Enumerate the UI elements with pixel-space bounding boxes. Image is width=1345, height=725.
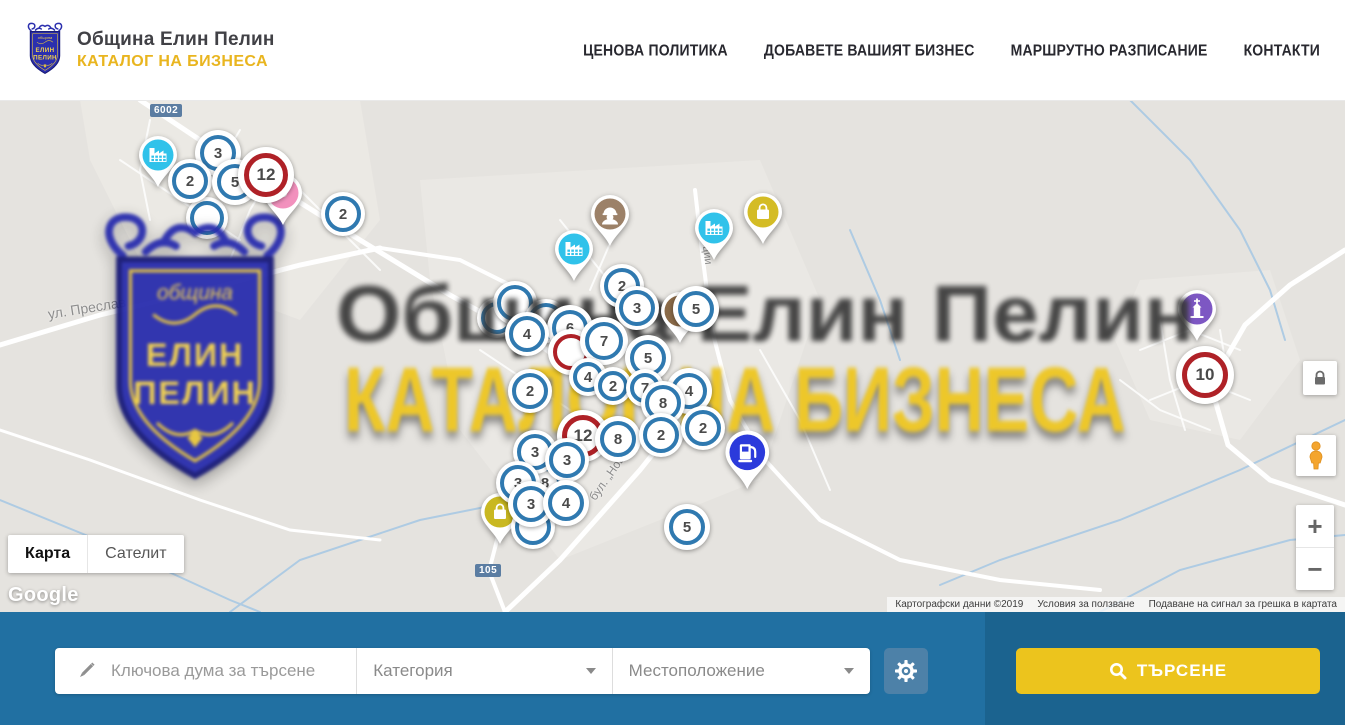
pegman-icon xyxy=(1305,441,1327,471)
nav-add-business[interactable]: ДОБАВЕТЕ ВАШИЯТ БИЗНЕС xyxy=(764,41,975,59)
search-button[interactable]: ТЪРСЕНЕ xyxy=(1016,648,1320,694)
gas-pin[interactable] xyxy=(722,427,773,496)
search-bar: Категория Местоположение xyxy=(0,612,1345,725)
location-select[interactable]: Местоположение xyxy=(612,648,870,694)
fullscreen-lock-button[interactable] xyxy=(1303,361,1337,395)
cluster-marker[interactable]: 12 xyxy=(238,147,294,203)
main-nav: ЦЕНОВА ПОЛИТИКА ДОБАВЕТЕ ВАШИЯТ БИЗНЕС М… xyxy=(583,0,1320,100)
attribution-terms-link[interactable]: Условия за ползване xyxy=(1037,599,1134,610)
keyword-field[interactable] xyxy=(55,648,356,694)
google-logo[interactable]: Google xyxy=(8,584,79,607)
cluster-marker[interactable]: 3 xyxy=(615,286,659,330)
location-select-label: Местоположение xyxy=(629,661,765,681)
nav-contacts[interactable]: КОНТАКТИ xyxy=(1244,41,1320,59)
site-logo[interactable]: Община Елин Пелин КАТАЛОГ НА БИЗНЕСА xyxy=(23,22,275,77)
map-canvas[interactable]: ул. Преславбул. „Новоселции6002105 Общин… xyxy=(0,100,1345,612)
cluster-marker[interactable]: 2 xyxy=(168,159,212,203)
search-panel: Категория Местоположение xyxy=(55,648,870,694)
pencil-icon xyxy=(75,660,97,682)
cluster-marker[interactable]: 2 xyxy=(508,369,552,413)
attribution-copyright: Картографски данни ©2019 xyxy=(895,599,1023,610)
cluster-marker[interactable]: 2 xyxy=(681,406,725,450)
cluster-marker[interactable]: 4 xyxy=(543,480,589,526)
padlock-icon xyxy=(1311,369,1329,387)
zoom-control: + − xyxy=(1296,505,1334,590)
category-select[interactable]: Категория xyxy=(356,648,611,694)
map-type-satellite-button[interactable]: Сателит xyxy=(87,535,183,573)
site-subtitle: КАТАЛОГ НА БИЗНЕСА xyxy=(77,53,275,71)
cluster-marker[interactable]: 5 xyxy=(664,504,710,550)
advanced-settings-button[interactable] xyxy=(884,648,928,694)
factory-pin[interactable] xyxy=(692,206,736,267)
search-icon xyxy=(1109,662,1127,680)
page-header: Община Елин Пелин КАТАЛОГ НА БИЗНЕСА ЦЕН… xyxy=(0,0,1345,101)
map-type-map-button[interactable]: Карта xyxy=(8,535,87,573)
map-attribution: Картографски данни ©2019 Условия за полз… xyxy=(887,597,1345,612)
cluster-marker[interactable]: 8 xyxy=(595,416,641,462)
bag-pin[interactable] xyxy=(741,190,785,251)
attribution-report-link[interactable]: Подаване на сигнал за грешка в картата xyxy=(1149,599,1337,610)
municipality-emblem-icon xyxy=(23,22,67,77)
cluster-marker[interactable]: 5 xyxy=(673,286,719,332)
zoom-out-button[interactable]: − xyxy=(1296,548,1334,590)
chevron-down-icon xyxy=(844,668,854,674)
cluster-marker[interactable]: 4 xyxy=(505,312,549,356)
search-button-label: ТЪРСЕНЕ xyxy=(1137,661,1227,681)
chevron-down-icon xyxy=(586,668,596,674)
nav-route-schedule[interactable]: МАРШРУТНО РАЗПИСАНИЕ xyxy=(1011,41,1208,59)
site-title: Община Елин Пелин xyxy=(77,29,275,51)
cluster-marker[interactable]: 10 xyxy=(1176,346,1234,404)
keyword-input[interactable] xyxy=(109,660,356,682)
worker-pin[interactable] xyxy=(588,192,632,253)
cluster-marker[interactable]: 2 xyxy=(639,413,683,457)
zoom-in-button[interactable]: + xyxy=(1296,505,1334,548)
gear-icon xyxy=(895,660,917,682)
map-type-control: Карта Сателит xyxy=(8,535,184,573)
nav-pricing[interactable]: ЦЕНОВА ПОЛИТИКА xyxy=(583,41,728,59)
cluster-marker[interactable]: 3 xyxy=(545,438,589,482)
category-select-label: Категория xyxy=(373,661,452,681)
cluster-marker[interactable]: 2 xyxy=(321,192,365,236)
street-view-pegman-button[interactable] xyxy=(1296,435,1336,476)
